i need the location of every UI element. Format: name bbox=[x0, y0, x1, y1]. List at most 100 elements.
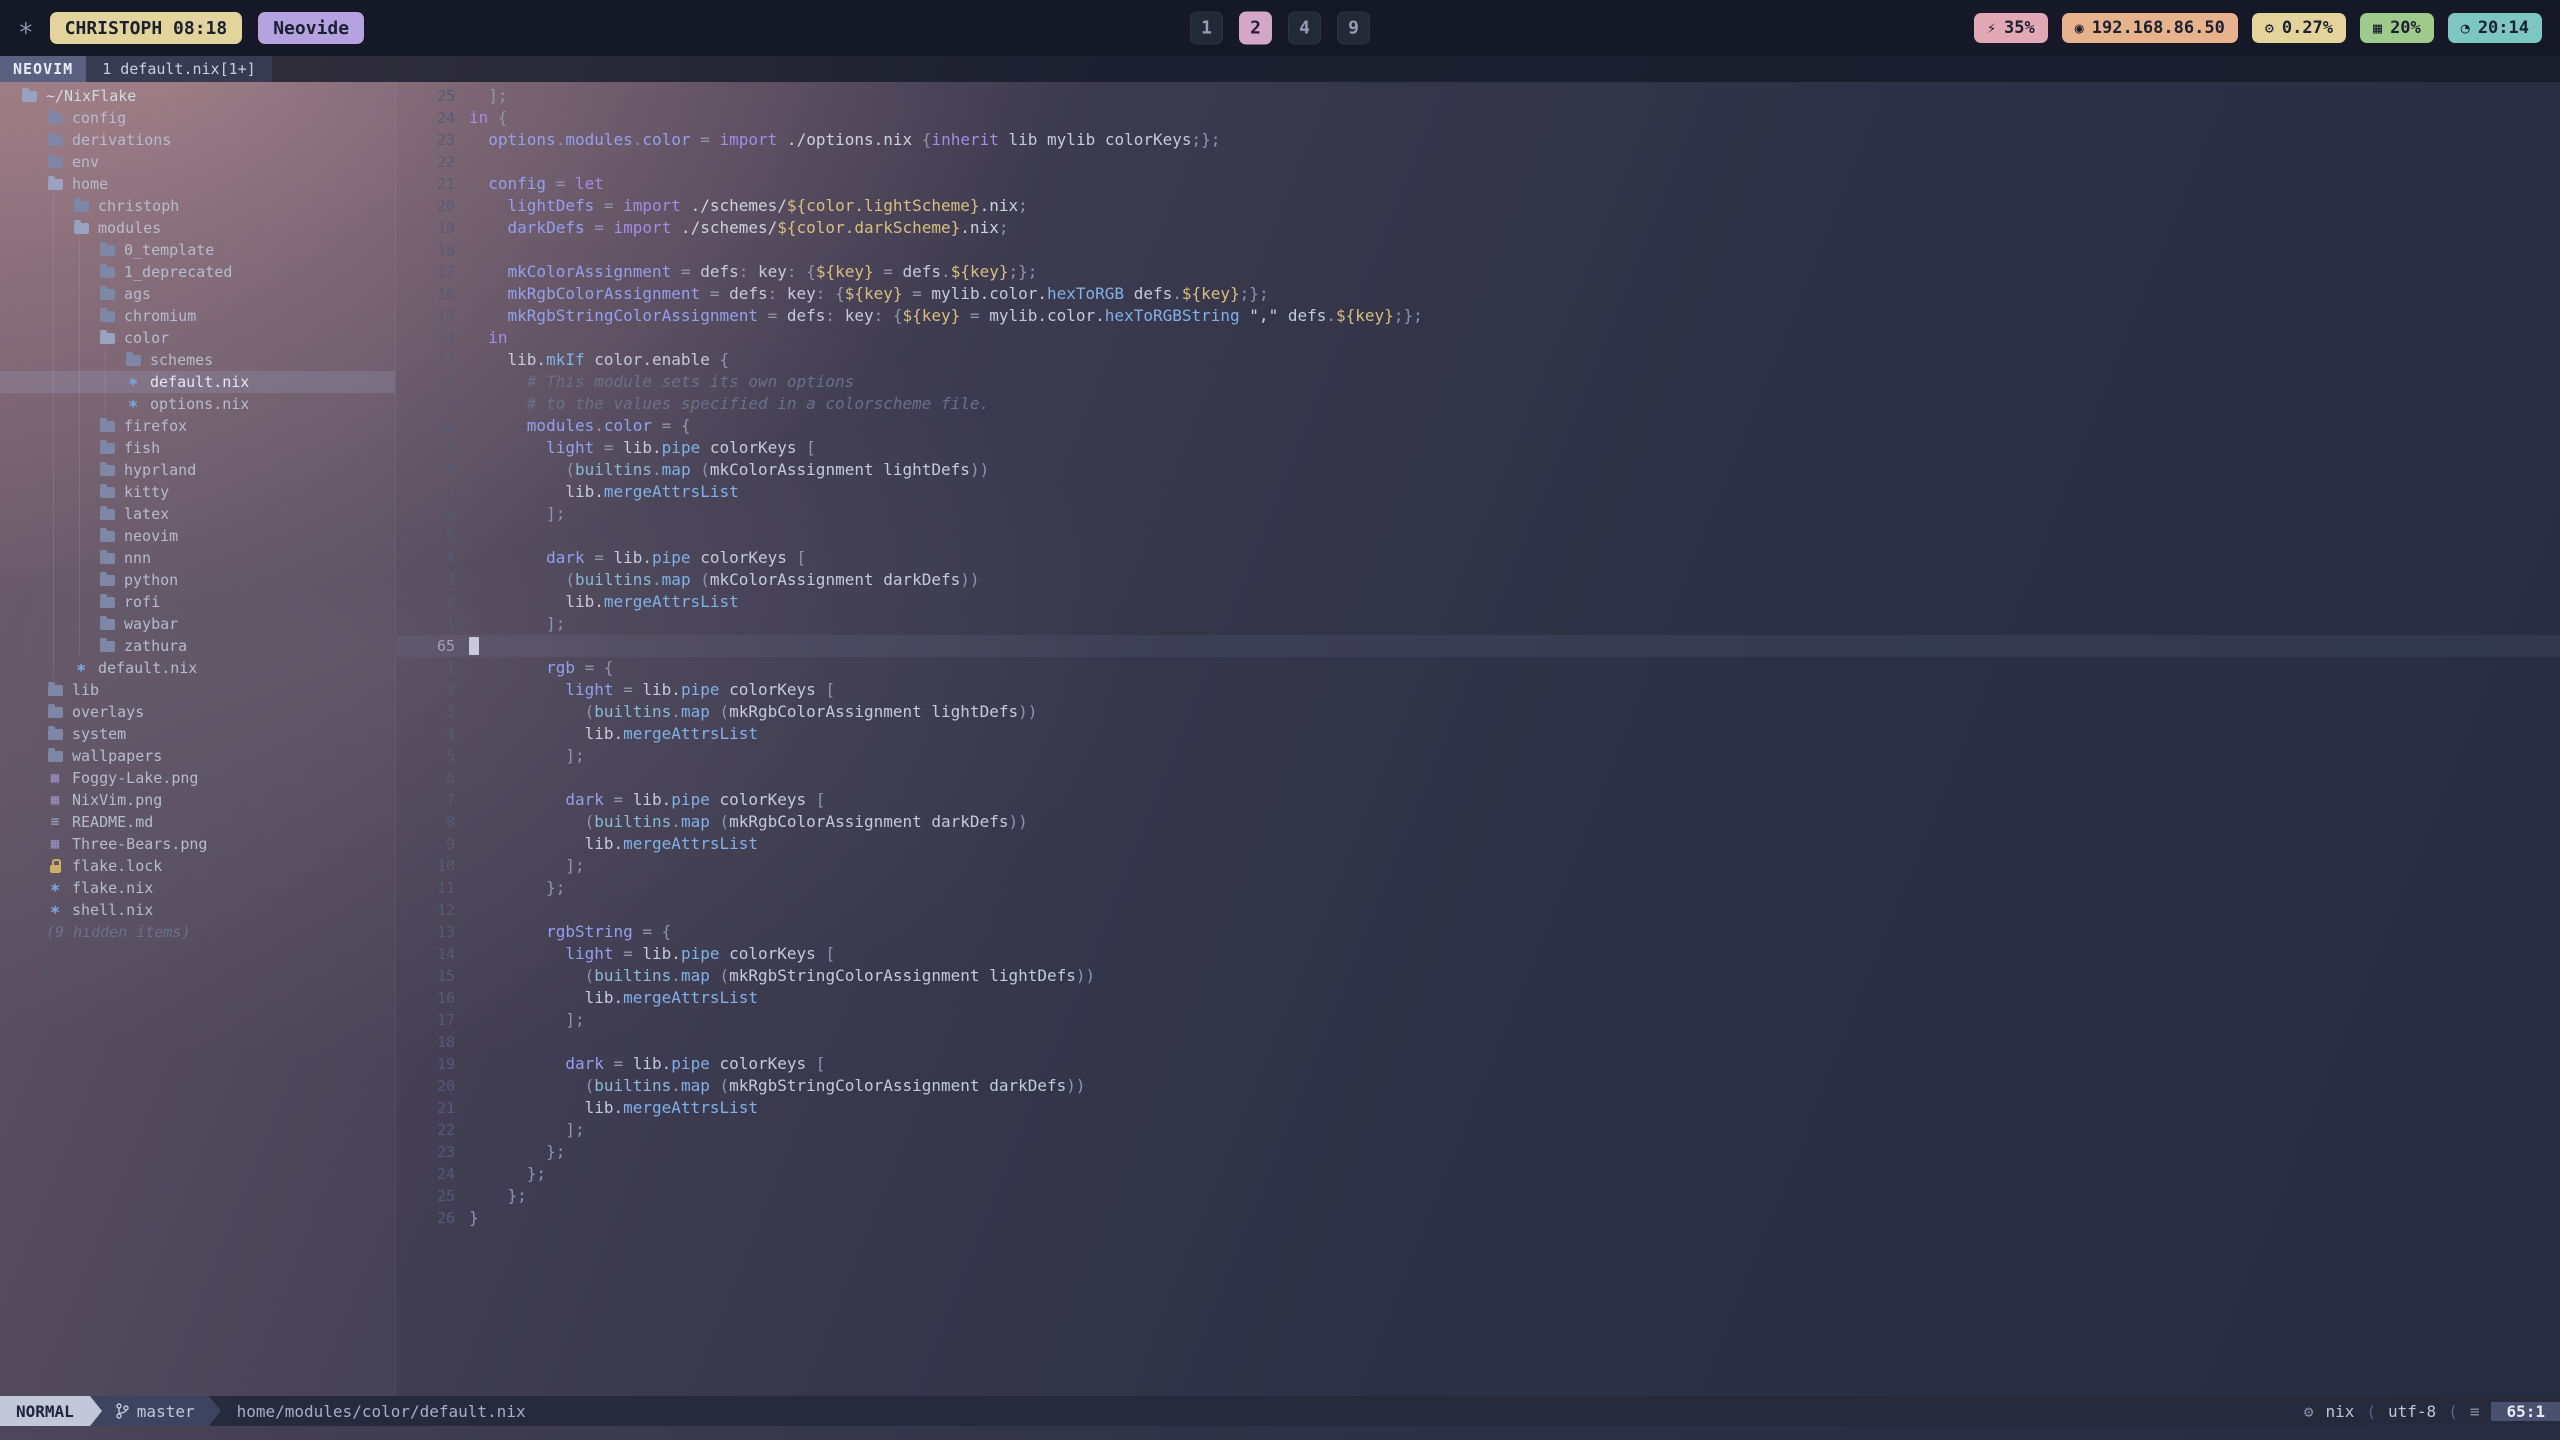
code-line[interactable]: 7 lib.mergeAttrsList bbox=[397, 481, 2560, 503]
code-line[interactable]: 21 config = let bbox=[397, 173, 2560, 195]
code-line[interactable]: 26} bbox=[397, 1207, 2560, 1229]
code-line[interactable]: 16 lib.mergeAttrsList bbox=[397, 987, 2560, 1009]
code-line[interactable]: 12 # This module sets its own options bbox=[397, 371, 2560, 393]
code-line[interactable]: 7 dark = lib.pipe colorKeys [ bbox=[397, 789, 2560, 811]
code-line[interactable]: 3 (builtins.map (mkColorAssignment darkD… bbox=[397, 569, 2560, 591]
code-line[interactable]: 2 lib.mergeAttrsList bbox=[397, 591, 2560, 613]
tree-item-latex[interactable]: latex bbox=[0, 503, 395, 525]
code-line[interactable]: 14 light = lib.pipe colorKeys [ bbox=[397, 943, 2560, 965]
code-line[interactable]: 15 mkRgbStringColorAssignment = defs: ke… bbox=[397, 305, 2560, 327]
tree-item-schemes[interactable]: schemes bbox=[0, 349, 395, 371]
code-line[interactable]: 2 light = lib.pipe colorKeys [ bbox=[397, 679, 2560, 701]
code-line[interactable]: 23 }; bbox=[397, 1141, 2560, 1163]
tree-item-config[interactable]: config bbox=[0, 107, 395, 129]
tree-item-color[interactable]: color bbox=[0, 327, 395, 349]
tree-item-shell.nix[interactable]: ∗shell.nix bbox=[0, 899, 395, 921]
tree-item-overlays[interactable]: overlays bbox=[0, 701, 395, 723]
tree-item-modules[interactable]: modules bbox=[0, 217, 395, 239]
code-line[interactable]: 8 (builtins.map (mkColorAssignment light… bbox=[397, 459, 2560, 481]
code-line[interactable]: 23 options.modules.color = import ./opti… bbox=[397, 129, 2560, 151]
tree-item-firefox[interactable]: firefox bbox=[0, 415, 395, 437]
code-line[interactable]: 18 bbox=[397, 1031, 2560, 1053]
tree-item-home[interactable]: home bbox=[0, 173, 395, 195]
code-line[interactable]: 16 mkRgbColorAssignment = defs: key: {${… bbox=[397, 283, 2560, 305]
tree-item-kitty[interactable]: kitty bbox=[0, 481, 395, 503]
tree-item-zathura[interactable]: zathura bbox=[0, 635, 395, 657]
tree-item-flake.lock[interactable]: flake.lock bbox=[0, 855, 395, 877]
tree-item-nixvim.png[interactable]: ▦NixVim.png bbox=[0, 789, 395, 811]
tree-item-python[interactable]: python bbox=[0, 569, 395, 591]
code-line[interactable]: 25 }; bbox=[397, 1185, 2560, 1207]
tree-item-foggy-lake.png[interactable]: ▦Foggy-Lake.png bbox=[0, 767, 395, 789]
tree-item-lib[interactable]: lib bbox=[0, 679, 395, 701]
code-line[interactable]: 4 dark = lib.pipe colorKeys [ bbox=[397, 547, 2560, 569]
code-line[interactable]: 13 rgbString = { bbox=[397, 921, 2560, 943]
tree-item-chromium[interactable]: chromium bbox=[0, 305, 395, 327]
tree-item-0_template[interactable]: 0_template bbox=[0, 239, 395, 261]
code-line[interactable]: 1 ]; bbox=[397, 613, 2560, 635]
stat-clock[interactable]: ◔20:14 bbox=[2448, 13, 2542, 43]
code-line[interactable]: 5 bbox=[397, 525, 2560, 547]
tree-item-wallpapers[interactable]: wallpapers bbox=[0, 745, 395, 767]
code-line[interactable]: 20 lightDefs = import ./schemes/${color.… bbox=[397, 195, 2560, 217]
code-line[interactable]: 11 # to the values specified in a colors… bbox=[397, 393, 2560, 415]
code-line[interactable]: 19 dark = lib.pipe colorKeys [ bbox=[397, 1053, 2560, 1075]
code-line[interactable]: 18 bbox=[397, 239, 2560, 261]
stat-network[interactable]: ◉192.168.86.50 bbox=[2062, 13, 2238, 43]
code-line[interactable]: 17 ]; bbox=[397, 1009, 2560, 1031]
code-line[interactable]: 12 bbox=[397, 899, 2560, 921]
stat-memory[interactable]: ▦20% bbox=[2360, 13, 2434, 43]
tab-default-nix[interactable]: 1 default.nix[1+] bbox=[86, 56, 272, 82]
code-line[interactable]: 17 mkColorAssignment = defs: key: {${key… bbox=[397, 261, 2560, 283]
tree-item-~-nixflake[interactable]: ~/NixFlake bbox=[0, 85, 395, 107]
code-line[interactable]: 11 }; bbox=[397, 877, 2560, 899]
workspace-2[interactable]: 2 bbox=[1239, 12, 1272, 45]
tree-item-flake.nix[interactable]: ∗flake.nix bbox=[0, 877, 395, 899]
workspace-9[interactable]: 9 bbox=[1337, 12, 1370, 45]
code-line[interactable]: 20 (builtins.map (mkRgbStringColorAssign… bbox=[397, 1075, 2560, 1097]
tree-item-christoph[interactable]: christoph bbox=[0, 195, 395, 217]
workspace-4[interactable]: 4 bbox=[1288, 12, 1321, 45]
stat-battery[interactable]: ⚡35% bbox=[1974, 13, 2048, 43]
workspace-1[interactable]: 1 bbox=[1190, 12, 1223, 45]
code-line[interactable]: 1 rgb = { bbox=[397, 657, 2560, 679]
tree-item-ags[interactable]: ags bbox=[0, 283, 395, 305]
code-line[interactable]: 22 bbox=[397, 151, 2560, 173]
code-line[interactable]: 8 (builtins.map (mkRgbColorAssignment da… bbox=[397, 811, 2560, 833]
tree-item-fish[interactable]: fish bbox=[0, 437, 395, 459]
tree-item-options.nix[interactable]: ∗options.nix bbox=[0, 393, 395, 415]
code-line-current[interactable]: 65 bbox=[397, 635, 2560, 657]
code-line[interactable]: 25 ]; bbox=[397, 85, 2560, 107]
code-line[interactable]: 15 (builtins.map (mkRgbStringColorAssign… bbox=[397, 965, 2560, 987]
code-line[interactable]: 9 light = lib.pipe colorKeys [ bbox=[397, 437, 2560, 459]
code-line[interactable]: 24in { bbox=[397, 107, 2560, 129]
code-line[interactable]: 10 modules.color = { bbox=[397, 415, 2560, 437]
code-line[interactable]: 21 lib.mergeAttrsList bbox=[397, 1097, 2560, 1119]
tree-item-waybar[interactable]: waybar bbox=[0, 613, 395, 635]
code-line[interactable]: 6 bbox=[397, 767, 2560, 789]
tree-item-rofi[interactable]: rofi bbox=[0, 591, 395, 613]
tree-item-neovim[interactable]: neovim bbox=[0, 525, 395, 547]
tree-item-env[interactable]: env bbox=[0, 151, 395, 173]
editor[interactable]: 25 ];24in {23 options.modules.color = im… bbox=[397, 82, 2560, 1396]
tree-item-default.nix[interactable]: ∗default.nix bbox=[0, 371, 395, 393]
code-line[interactable]: 13 lib.mkIf color.enable { bbox=[397, 349, 2560, 371]
code-line[interactable]: 9 lib.mergeAttrsList bbox=[397, 833, 2560, 855]
tree-item-default.nix[interactable]: ∗default.nix bbox=[0, 657, 395, 679]
code-line[interactable]: 4 lib.mergeAttrsList bbox=[397, 723, 2560, 745]
tree-item-derivations[interactable]: derivations bbox=[0, 129, 395, 151]
code-line[interactable]: 3 (builtins.map (mkRgbColorAssignment li… bbox=[397, 701, 2560, 723]
code-line[interactable]: 24 }; bbox=[397, 1163, 2560, 1185]
code-line[interactable]: 22 ]; bbox=[397, 1119, 2560, 1141]
code-line[interactable]: 5 ]; bbox=[397, 745, 2560, 767]
tree-item-readme.md[interactable]: ≡README.md bbox=[0, 811, 395, 833]
tree-item-1_deprecated[interactable]: 1_deprecated bbox=[0, 261, 395, 283]
tree-item-nnn[interactable]: nnn bbox=[0, 547, 395, 569]
code-line[interactable]: 6 ]; bbox=[397, 503, 2560, 525]
tree-item-hyprland[interactable]: hyprland bbox=[0, 459, 395, 481]
tree-item--9-hidden-items-[interactable]: (9 hidden items) bbox=[0, 921, 395, 943]
tree-item-three-bears.png[interactable]: ▦Three-Bears.png bbox=[0, 833, 395, 855]
stat-cpu-load[interactable]: ⚙0.27% bbox=[2252, 13, 2346, 43]
tree-item-system[interactable]: system bbox=[0, 723, 395, 745]
code-line[interactable]: 10 ]; bbox=[397, 855, 2560, 877]
